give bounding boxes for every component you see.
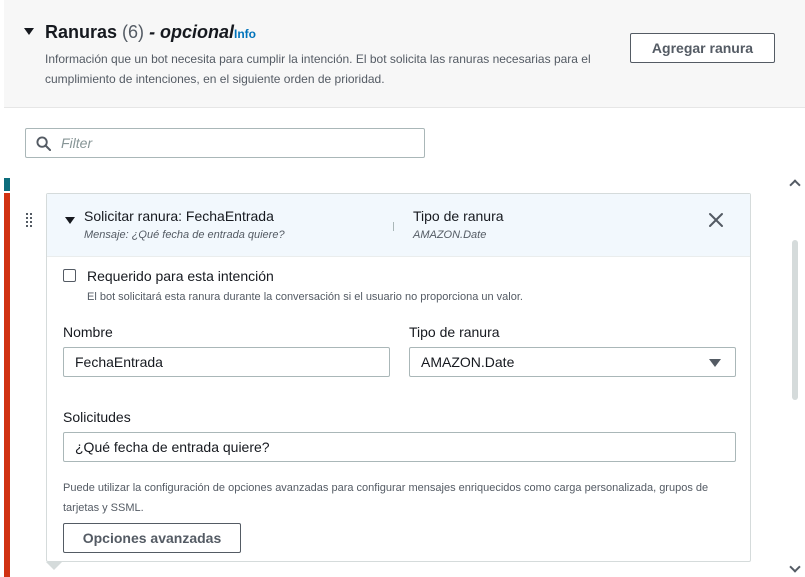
list-indicator-bar <box>4 178 10 191</box>
caret-down-icon[interactable] <box>709 359 721 367</box>
section-description: Información que un bot necesita para cum… <box>45 52 591 86</box>
info-link[interactable]: Info <box>234 27 256 41</box>
required-description: El bot solicitará esta ranura durante la… <box>87 291 523 303</box>
collapse-section-icon[interactable] <box>24 28 34 35</box>
name-label: Nombre <box>63 324 113 340</box>
optional-label: - opcional <box>149 22 235 42</box>
slot-header-type-label: Tipo de ranura <box>413 208 504 224</box>
slot-card: Solicitar ranura: FechaEntrada Mensaje: … <box>46 193 751 562</box>
card-notch <box>46 562 62 570</box>
slot-header-title: Solicitar ranura: FechaEntrada <box>84 208 274 224</box>
required-label: Requerido para esta intención <box>87 268 274 284</box>
slot-type-select[interactable]: AMAZON.Date <box>409 347 736 377</box>
filter-input[interactable] <box>59 134 383 152</box>
slot-header-prompt: Mensaje: ¿Qué fecha de entrada quiere? <box>84 229 285 241</box>
prompts-field[interactable]: ¿Qué fecha de entrada quiere? <box>63 432 736 462</box>
add-slot-button[interactable]: Agregar ranura <box>630 33 775 63</box>
required-checkbox[interactable] <box>63 269 76 282</box>
header-divider <box>393 222 394 231</box>
name-field[interactable]: FechaEntrada <box>63 347 390 377</box>
scrollbar-thumb[interactable] <box>792 240 798 400</box>
selected-slot-indicator <box>4 193 10 577</box>
name-value: FechaEntrada <box>75 354 163 370</box>
filter-field[interactable] <box>25 128 425 158</box>
drag-handle-icon[interactable] <box>24 213 34 227</box>
section-title-text: Ranuras <box>45 22 118 42</box>
slot-header-type-value: AMAZON.Date <box>413 229 487 241</box>
slot-type-value: AMAZON.Date <box>421 354 515 370</box>
search-icon <box>36 135 51 151</box>
slot-type-label: Tipo de ranura <box>409 324 500 340</box>
slot-card-header[interactable]: Solicitar ranura: FechaEntrada Mensaje: … <box>47 194 750 257</box>
prompts-label: Solicitudes <box>63 409 131 425</box>
scroll-down-icon[interactable] <box>789 561 801 573</box>
slot-count: (6) <box>122 22 145 42</box>
advanced-options-help: Puede utilizar la configuración de opcio… <box>63 482 709 514</box>
caret-down-icon[interactable] <box>65 217 75 224</box>
prompts-value: ¿Qué fecha de entrada quiere? <box>75 439 270 455</box>
close-icon[interactable] <box>707 211 725 229</box>
section-title: Ranuras (6) - opcional <box>45 22 234 43</box>
advanced-options-button[interactable]: Opciones avanzadas <box>63 523 241 553</box>
scroll-up-icon[interactable] <box>789 179 801 191</box>
